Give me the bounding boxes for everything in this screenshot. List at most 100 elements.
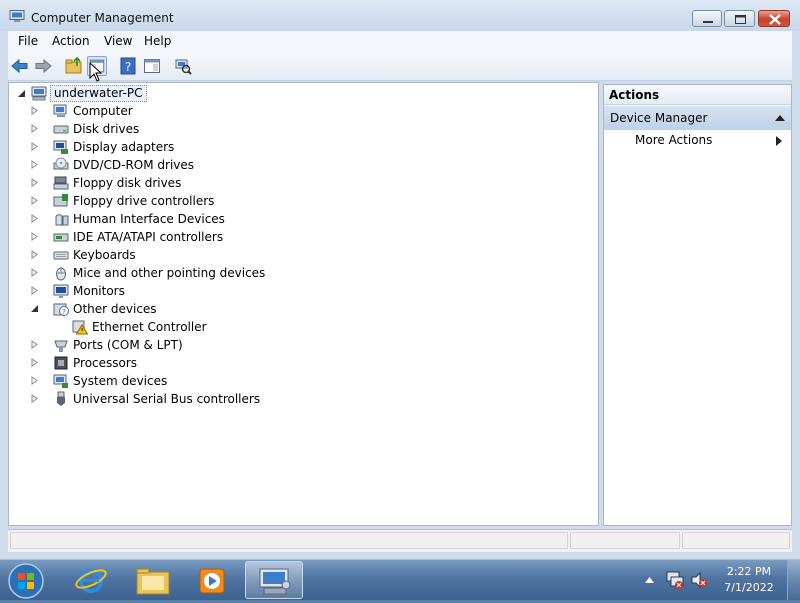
actions-section-device-manager[interactable]: Device Manager (604, 106, 791, 130)
monitor-icon (53, 284, 69, 298)
tree-node-label: Other devices (73, 302, 157, 316)
hid-icon (55, 214, 69, 226)
toolbar: ? (8, 52, 792, 81)
menu-file[interactable]: File (18, 34, 38, 48)
menu-help[interactable]: Help (144, 34, 171, 48)
keyboard-icon (53, 251, 69, 260)
expand-arrow-icon[interactable] (30, 250, 39, 259)
tree-node-label: Universal Serial Bus controllers (73, 392, 261, 406)
start-orb-icon[interactable] (6, 562, 46, 600)
close-button[interactable] (758, 10, 790, 27)
clock[interactable]: 2:22 PM 7/1/2022 (716, 564, 782, 596)
actions-header: Actions (604, 85, 791, 105)
mouse-cursor-icon (89, 62, 102, 82)
expand-arrow-icon[interactable] (30, 106, 39, 115)
show-hide-action-pane-icon[interactable] (142, 56, 162, 76)
more-actions-label: More Actions (635, 133, 713, 147)
tree-node-label: Monitors (73, 284, 125, 298)
root-label[interactable]: underwater-PC (50, 85, 147, 102)
expand-arrow-icon[interactable] (30, 142, 39, 151)
tree-node-label: Disk drives (73, 122, 140, 136)
minimize-button[interactable] (692, 10, 722, 27)
windows-explorer-icon (136, 568, 170, 595)
ide-controller-icon (53, 233, 69, 242)
collapse-arrow-icon[interactable] (30, 304, 39, 313)
title-bar[interactable]: Computer Management (0, 0, 800, 31)
status-cell-middle (570, 532, 680, 549)
floppy-drive-icon (53, 176, 69, 190)
internet-explorer-icon (75, 569, 107, 593)
port-icon (54, 340, 68, 352)
taskbar-windows-explorer[interactable] (124, 561, 182, 599)
collapse-up-icon[interactable] (775, 114, 785, 121)
warning-device-icon (72, 320, 88, 335)
expand-arrow-icon[interactable] (30, 232, 39, 241)
network-icon[interactable] (666, 570, 684, 590)
unknown-device-icon: ? (53, 303, 69, 316)
tree-node-label: Human Interface Devices (73, 212, 225, 226)
tree-node-label: Ports (COM & LPT) (73, 338, 183, 352)
menu-action[interactable]: Action (52, 34, 90, 48)
svg-text:?: ? (62, 308, 66, 316)
media-player-icon (199, 568, 225, 594)
tree-node-label: Floppy disk drives (73, 176, 182, 190)
computer-root-icon (31, 86, 47, 101)
svg-text:?: ? (125, 60, 131, 74)
floppy-controller-icon (53, 194, 68, 207)
up-folder-icon[interactable] (64, 56, 84, 76)
tree-node-label: System devices (73, 374, 168, 388)
computer-management-icon (9, 10, 25, 22)
submenu-arrow-icon (776, 136, 782, 146)
tree-node-label: Keyboards (73, 248, 136, 262)
actions-pane: Actions Device Manager More Actions (603, 84, 792, 526)
show-hidden-icons-icon[interactable] (645, 576, 654, 583)
display-adapter-icon (53, 140, 68, 154)
menu-bar: File Action View Help (8, 31, 792, 52)
show-desktop-button[interactable] (787, 560, 800, 600)
taskbar: 2:22 PM 7/1/2022 (0, 559, 800, 600)
actions-section-label: Device Manager (610, 111, 708, 125)
tree-node-label: Processors (73, 356, 138, 370)
tree-node-label: Floppy drive controllers (73, 194, 215, 208)
expand-arrow-icon[interactable] (30, 124, 39, 133)
expand-arrow-icon[interactable] (30, 214, 39, 223)
collapse-arrow-icon[interactable] (17, 89, 26, 98)
tree-node-label: Display adapters (73, 140, 175, 154)
computer-management-window: Computer Management File Action View Hel… (0, 0, 800, 559)
tree-node-label: Computer (73, 104, 133, 118)
device-tree[interactable]: underwater-PC Computer Disk drives Display… (8, 82, 599, 526)
status-cell-right (682, 532, 790, 549)
clock-time: 2:22 PM (726, 565, 772, 578)
dvd-drive-icon (53, 157, 69, 170)
menu-view[interactable]: View (104, 34, 132, 48)
help-icon[interactable]: ? (118, 56, 138, 76)
taskbar-computer-management[interactable] (245, 561, 303, 599)
expand-arrow-icon[interactable] (30, 376, 39, 385)
tree-node-label: IDE ATA/ATAPI controllers (73, 230, 224, 244)
tree-child-label: Ethernet Controller (92, 320, 207, 334)
tree-node-label: Mice and other pointing devices (73, 266, 266, 280)
expand-arrow-icon[interactable] (30, 196, 39, 205)
expand-arrow-icon[interactable] (30, 358, 39, 367)
status-cell-main (10, 532, 568, 549)
window-title: Computer Management (31, 11, 174, 25)
forward-arrow-icon[interactable] (33, 56, 53, 76)
volume-muted-icon[interactable] (690, 571, 708, 589)
expand-arrow-icon[interactable] (30, 178, 39, 187)
expand-arrow-icon[interactable] (30, 160, 39, 169)
taskbar-media-player[interactable] (183, 561, 241, 599)
computer-management-task-icon (259, 568, 291, 595)
usb-icon (57, 391, 65, 406)
back-arrow-icon[interactable] (10, 56, 30, 76)
expand-arrow-icon[interactable] (30, 340, 39, 349)
scan-hardware-icon[interactable] (173, 56, 193, 76)
taskbar-internet-explorer[interactable] (62, 561, 120, 599)
expand-arrow-icon[interactable] (30, 286, 39, 295)
tree-node-label: DVD/CD-ROM drives (73, 158, 195, 172)
processor-icon (54, 356, 68, 370)
more-actions-item[interactable]: More Actions (635, 133, 712, 147)
disk-drive-icon (53, 125, 69, 134)
expand-arrow-icon[interactable] (30, 394, 39, 403)
maximize-button[interactable] (724, 10, 755, 27)
expand-arrow-icon[interactable] (30, 268, 39, 277)
